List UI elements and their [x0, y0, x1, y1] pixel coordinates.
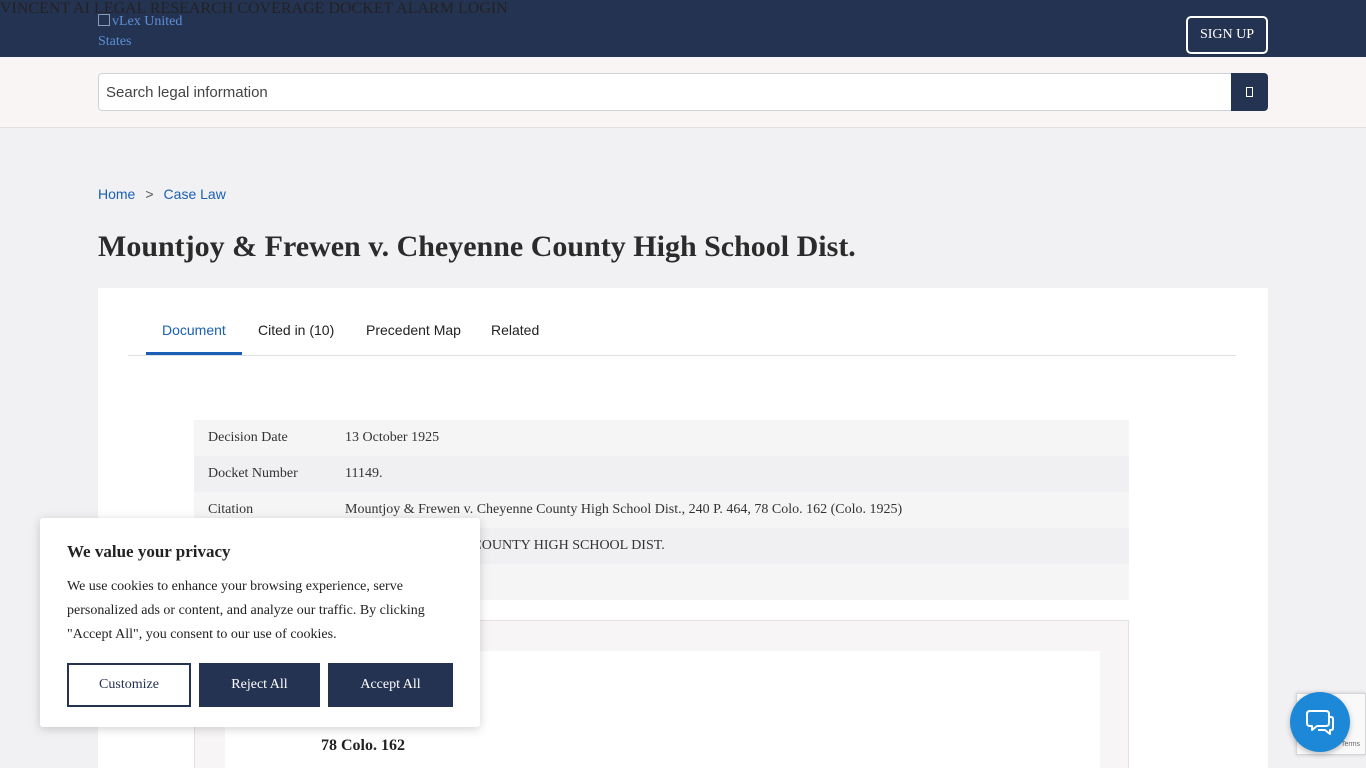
nav-vincent-ai[interactable]: VINCENT AI [0, 0, 90, 17]
table-row: Docket Number 11149. [194, 456, 1129, 492]
meta-value: Mountjoy & Frewen v. Cheyenne County Hig… [345, 502, 903, 517]
customize-button[interactable]: Customize [67, 663, 191, 707]
meta-value: 13 October 1925 [345, 430, 440, 445]
logo-alt-text: vLex United States [98, 14, 183, 49]
search-icon [1246, 87, 1253, 97]
active-tab-indicator [146, 352, 242, 355]
cookie-body: We use cookies to enhance your browsing … [67, 579, 425, 642]
tab-precedent-map[interactable]: Precedent Map [366, 322, 461, 338]
cookie-consent-dialog: We value your privacy We use cookies to … [40, 518, 480, 727]
meta-value: 11149. [345, 466, 383, 481]
breadcrumb: Home > Case Law [98, 186, 226, 202]
search-band [0, 57, 1366, 128]
meta-key: Citation [208, 502, 254, 517]
tab-related[interactable]: Related [491, 322, 539, 338]
top-navigation-bar: vLex United States VINCENT AI LEGAL RESE… [0, 0, 1366, 57]
nav-login[interactable]: LOGIN [458, 0, 508, 17]
breadcrumb-home[interactable]: Home [98, 186, 135, 202]
meta-key: Docket Number [208, 466, 298, 481]
nav-docket-alarm[interactable]: DOCKET ALARM [328, 0, 454, 17]
chat-icon [1306, 710, 1334, 735]
tab-bar: Document Cited in (10) Precedent Map Rel… [128, 288, 1236, 356]
accept-all-button[interactable]: Accept All [328, 663, 453, 707]
meta-key: Decision Date [208, 430, 288, 445]
sign-up-button[interactable]: SIGN UP [1186, 16, 1268, 54]
table-row: Decision Date 13 October 1925 [194, 420, 1129, 456]
broken-image-icon [98, 14, 110, 26]
vlex-logo[interactable]: vLex United States [98, 12, 208, 52]
recaptcha-terms[interactable]: Terms [1341, 741, 1360, 748]
reject-all-button[interactable]: Reject All [199, 663, 320, 707]
tab-document[interactable]: Document [162, 322, 226, 338]
breadcrumb-case-law[interactable]: Case Law [164, 186, 226, 202]
document-reporter-citation: 78 Colo. 162 [321, 737, 405, 754]
chat-launcher-button[interactable] [1290, 692, 1350, 752]
search-button[interactable] [1231, 73, 1268, 111]
search-input[interactable] [98, 73, 1232, 111]
page-title: Mountjoy & Frewen v. Cheyenne County Hig… [98, 230, 856, 263]
breadcrumb-separator: > [145, 186, 154, 202]
cookie-title: We value your privacy [67, 542, 231, 561]
tab-cited-in[interactable]: Cited in (10) [258, 322, 334, 338]
nav-coverage[interactable]: COVERAGE [237, 0, 324, 17]
